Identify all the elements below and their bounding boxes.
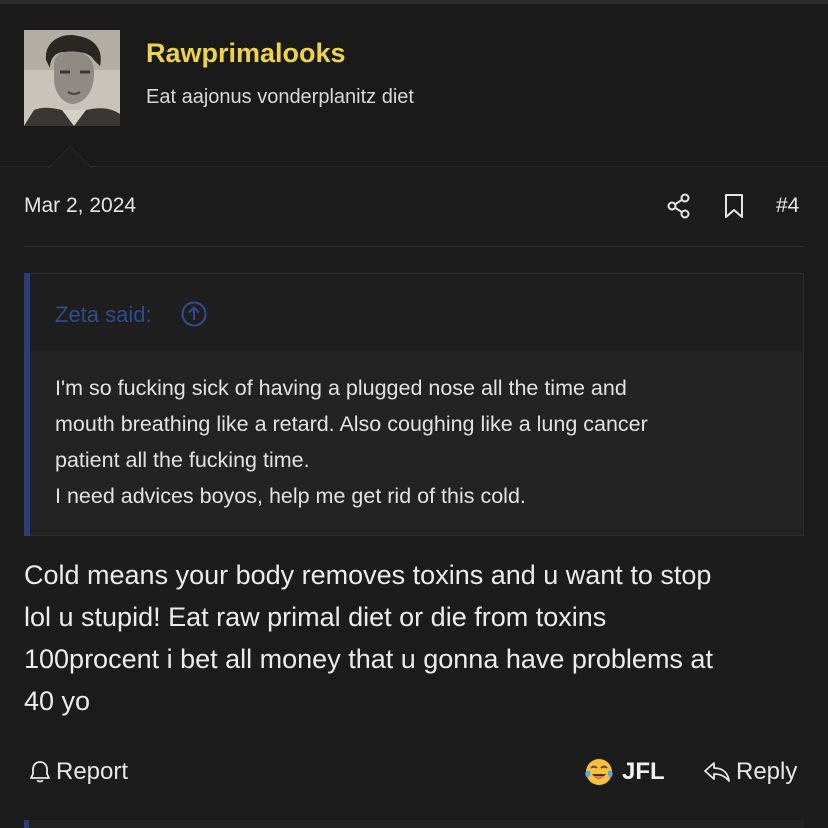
message-pointer-arrow — [48, 146, 92, 168]
message-line: 100procent i bet all money that u gonna … — [24, 644, 713, 674]
quote-line: I'm so fucking sick of having a plugged … — [55, 376, 627, 400]
quote-block: Zeta said: I'm so fucking sick of having… — [24, 273, 804, 536]
quote-author-link[interactable]: Zeta said: — [55, 302, 152, 328]
bookmark-icon[interactable] — [722, 193, 746, 219]
meta-divider — [24, 246, 804, 247]
report-button[interactable]: Report — [28, 755, 128, 789]
message-line: 40 yo — [24, 686, 91, 716]
report-label: Report — [56, 758, 129, 785]
quote-line: patient all the fucking time. — [55, 448, 310, 472]
post-number-link[interactable]: #4 — [776, 194, 799, 218]
next-post-quote-edge — [24, 820, 804, 828]
user-avatar[interactable] — [24, 30, 120, 126]
bell-icon — [30, 761, 50, 783]
user-header: Rawprimalooks Eat aajonus vonderplanitz … — [0, 4, 828, 168]
crying-laughing-emoji-icon — [585, 759, 613, 785]
quote-text: I'm so fucking sick of having a plugged … — [55, 370, 785, 514]
message-line: Cold means your body removes toxins and … — [24, 560, 712, 590]
reaction-button[interactable]: JFL — [584, 755, 665, 789]
quote-line: I need advices boyos, help me get rid of… — [55, 484, 526, 508]
user-title: Eat aajonus vonderplanitz diet — [146, 86, 414, 108]
username-link[interactable]: Rawprimalooks — [146, 38, 346, 69]
post-date[interactable]: Mar 2, 2024 — [24, 194, 136, 218]
share-icon[interactable] — [666, 193, 692, 219]
reply-arrow-icon — [704, 762, 730, 782]
message-body: Cold means your body removes toxins and … — [24, 554, 814, 722]
forum-post-page: Rawprimalooks Eat aajonus vonderplanitz … — [0, 0, 828, 828]
arrow-up-circle-icon[interactable] — [181, 301, 207, 327]
reply-label: Reply — [736, 758, 798, 785]
message-line: lol u stupid! Eat raw primal diet or die… — [24, 602, 607, 632]
quote-line: mouth breathing like a retard. Also coug… — [55, 412, 648, 436]
reaction-label: JFL — [622, 758, 665, 785]
reply-button[interactable]: Reply — [702, 755, 797, 789]
user-photo-icon — [24, 30, 120, 126]
